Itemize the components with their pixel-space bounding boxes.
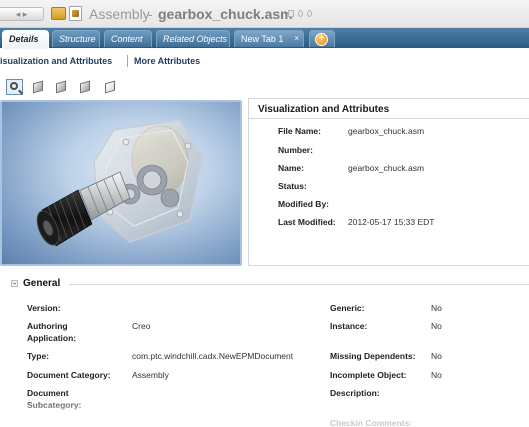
document-category-label: Document Category: xyxy=(27,370,111,380)
bottom-fade xyxy=(0,396,529,427)
cad-document-icon xyxy=(69,6,82,21)
tab-strip: Details Structure Content Related Object… xyxy=(0,28,529,49)
zoom-select-button[interactable] xyxy=(6,79,23,95)
tab-label: Content xyxy=(111,34,143,44)
view-cube-icon-1 xyxy=(33,80,43,94)
tab-label: Structure xyxy=(59,34,96,44)
tab-label: New Tab 1 xyxy=(241,34,284,44)
collapse-general-icon[interactable] xyxy=(11,280,18,287)
type-value: com.ptc.windchill.cadx.NewEPMDocument xyxy=(132,351,294,361)
panel-divider xyxy=(249,118,529,119)
tab-related-objects[interactable]: Related Objects xyxy=(156,30,230,47)
authoring-application-value: Creo xyxy=(132,321,151,331)
document-category-value: Assembly xyxy=(132,370,169,380)
general-divider xyxy=(69,284,529,285)
general-section-title: General xyxy=(23,278,61,289)
title-separator: - xyxy=(148,6,153,22)
view-orientation-button-4[interactable] xyxy=(102,79,119,95)
share-status-icon xyxy=(307,10,312,17)
instance-label: Instance: xyxy=(330,321,368,331)
file-name-value: gearbox_chuck.asm xyxy=(348,126,425,136)
name-value: gearbox_chuck.asm xyxy=(348,163,425,173)
missing-dependents-value: No xyxy=(431,351,442,361)
missing-dependents-label: Missing Dependents: xyxy=(330,351,416,361)
folder-icon[interactable] xyxy=(51,7,66,20)
last-modified-value: 2012-05-17 15:33 EDT xyxy=(348,217,435,227)
type-label: Type: xyxy=(27,351,50,361)
incomplete-object-value: No xyxy=(431,370,442,380)
3d-viewer[interactable] xyxy=(0,100,242,266)
add-tab-icon: + xyxy=(315,33,328,46)
view-orientation-button-3[interactable] xyxy=(77,79,94,95)
tab-content[interactable]: Content xyxy=(104,30,152,47)
authoring-application-label: Authoring Application: xyxy=(27,321,77,343)
instance-value: No xyxy=(431,321,442,331)
visualization-attributes-panel: Visualization and Attributes File Name: … xyxy=(248,98,529,266)
view-orientation-button-1[interactable] xyxy=(30,79,47,95)
add-tab-button[interactable]: + xyxy=(309,30,335,47)
subtab-visualization-attributes[interactable]: isualization and Attributes xyxy=(0,56,112,66)
last-modified-label: Last Modified: xyxy=(278,217,336,227)
status-label: Status: xyxy=(278,181,307,191)
tab-new-tab-1[interactable]: New Tab 1 × xyxy=(234,30,304,47)
object-name-title: gearbox_chuck.asm xyxy=(158,6,293,22)
view-orientation-button-2[interactable] xyxy=(53,79,70,95)
version-label: Version: xyxy=(27,303,61,313)
view-cube-icon-4 xyxy=(105,80,115,94)
lock-status-icon xyxy=(298,10,303,17)
name-label: Name: xyxy=(278,163,304,173)
zoom-select-icon xyxy=(10,82,18,90)
tab-structure[interactable]: Structure xyxy=(52,30,100,47)
gearbox-chuck-model-image xyxy=(36,119,203,247)
checkout-status-icon xyxy=(288,10,294,17)
subtab-more-attributes[interactable]: More Attributes xyxy=(134,56,200,66)
title-bar: ◂ ▸ Assembly - gearbox_chuck.asm xyxy=(0,0,529,28)
subtab-divider xyxy=(127,55,128,67)
back-forward-button[interactable]: ◂ ▸ xyxy=(0,7,44,21)
incomplete-object-label: Incomplete Object: xyxy=(330,370,407,380)
modified-by-label: Modified By: xyxy=(278,199,329,209)
checkin-comments-label: Checkin Comments: xyxy=(330,418,413,427)
generic-value: No xyxy=(431,303,442,313)
view-cube-icon-2 xyxy=(56,80,66,94)
close-tab-icon[interactable]: × xyxy=(294,31,299,47)
view-cube-icon-3 xyxy=(80,80,90,94)
tab-label: Details xyxy=(9,34,39,44)
tab-label: Related Objects xyxy=(163,34,228,44)
panel-title: Visualization and Attributes xyxy=(258,104,390,115)
tab-details[interactable]: Details xyxy=(2,30,49,49)
number-label: Number: xyxy=(278,145,313,155)
generic-label: Generic: xyxy=(330,303,365,313)
file-name-label: File Name: xyxy=(278,126,321,136)
object-type-label: Assembly xyxy=(89,6,150,22)
